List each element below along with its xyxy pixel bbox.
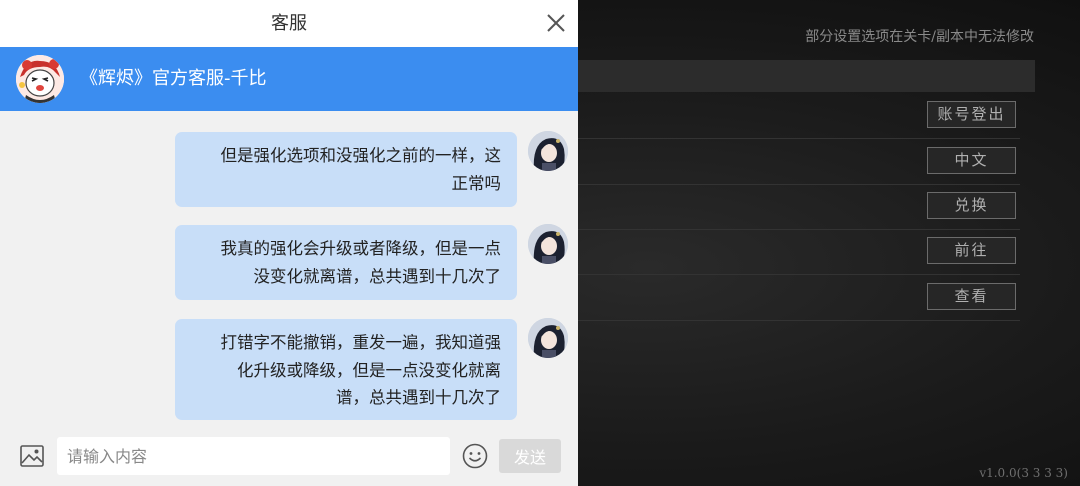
settings-row: 查看 — [578, 275, 1020, 321]
send-button[interactable]: 发送 — [499, 439, 561, 473]
message-line: 但是强化选项和没强化之前的一样，这 — [220, 146, 502, 165]
message-bubble: 我真的强化会升级或者降级，但是一点 没变化就离谱，总共遇到十几次了 — [175, 225, 517, 300]
agent-name: 《辉烬》官方客服-千比 — [80, 68, 267, 89]
chat-title: 客服 — [271, 13, 307, 34]
version-label: v1.0.0(3 3 3 3) — [979, 466, 1068, 480]
agent-avatar — [16, 55, 64, 103]
message-line: 没变化就离谱，总共遇到十几次了 — [253, 266, 502, 286]
emoji-button[interactable] — [461, 442, 489, 470]
close-icon — [547, 14, 565, 32]
customer-service-panel: 客服 《辉烬》官方客服-千比 但是强化选项和没强化之前的一样，这 正常吗 我真的… — [0, 0, 578, 486]
message-line: 我真的强化会升级或者降级，但是一点 — [220, 239, 502, 258]
message-line: 谱，总共遇到十几次了 — [336, 388, 501, 407]
emoji-icon — [462, 443, 488, 469]
user-avatar — [528, 224, 568, 264]
message-bubble: 但是强化选项和没强化之前的一样，这 正常吗 — [175, 132, 517, 207]
image-icon — [20, 445, 44, 467]
logout-button[interactable]: 账号登出 — [927, 101, 1016, 128]
chat-title-bar: 客服 — [0, 0, 578, 47]
redeem-button[interactable]: 兑换 — [927, 192, 1016, 219]
message-list[interactable]: 但是强化选项和没强化之前的一样，这 正常吗 我真的强化会升级或者降级，但是一点 … — [0, 111, 578, 426]
message-line: 正常吗 — [451, 173, 502, 193]
user-avatar — [528, 318, 568, 358]
message-line: 打错字不能撤销，重发一遍，我知道强 — [220, 333, 502, 352]
close-button[interactable] — [542, 9, 570, 37]
agent-header: 《辉烬》官方客服-千比 — [0, 47, 578, 111]
language-button[interactable]: 中文 — [927, 147, 1016, 174]
send-image-button[interactable] — [19, 443, 45, 469]
message-bubble: 打错字不能撤销，重发一遍，我知道强 化升级或降级，但是一点没变化就离 谱，总共遇… — [175, 319, 517, 420]
settings-row: 兑换 — [578, 184, 1020, 230]
view-button[interactable]: 查看 — [927, 283, 1016, 310]
message-input-bar: 发送 — [0, 426, 578, 486]
settings-notice: 部分设置选项在关卡/副本中无法修改 — [805, 29, 1034, 45]
user-avatar — [528, 131, 568, 171]
settings-row: 前往 — [578, 229, 1020, 275]
settings-row: 中文 — [578, 139, 1020, 185]
goto-button[interactable]: 前往 — [927, 237, 1016, 264]
settings-row: 账号登出 — [578, 93, 1020, 139]
message-input[interactable] — [57, 437, 450, 475]
settings-header-strip — [578, 60, 1035, 92]
message-line: 化升级或降级，但是一点没变化就离 — [237, 360, 501, 380]
